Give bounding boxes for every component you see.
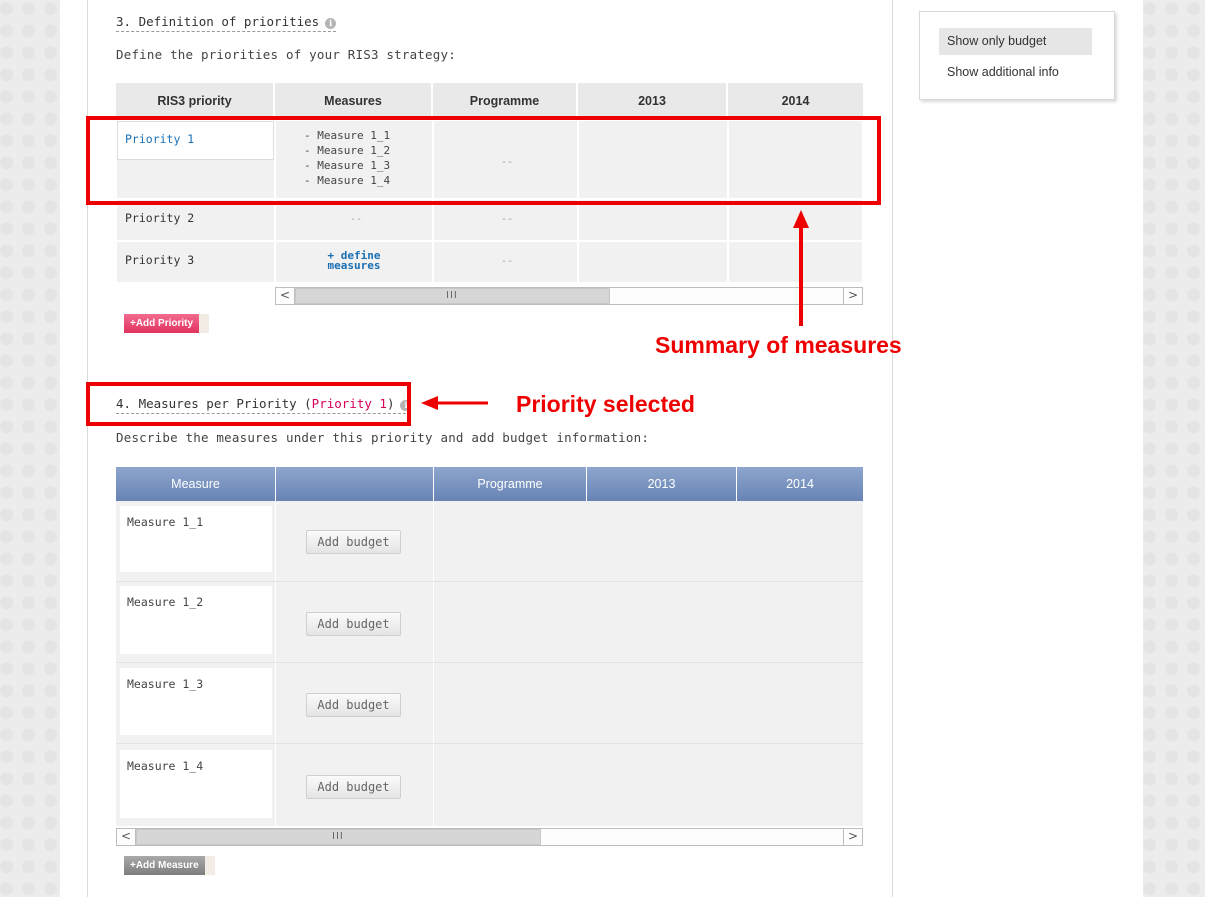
arrow-left-icon bbox=[421, 396, 488, 410]
annotation-arrows bbox=[421, 210, 809, 410]
annotation-priority-selected: Priority selected bbox=[516, 391, 695, 417]
annotation-summary-of-measures: Summary of measures bbox=[655, 332, 902, 358]
arrow-up-icon bbox=[793, 210, 809, 326]
